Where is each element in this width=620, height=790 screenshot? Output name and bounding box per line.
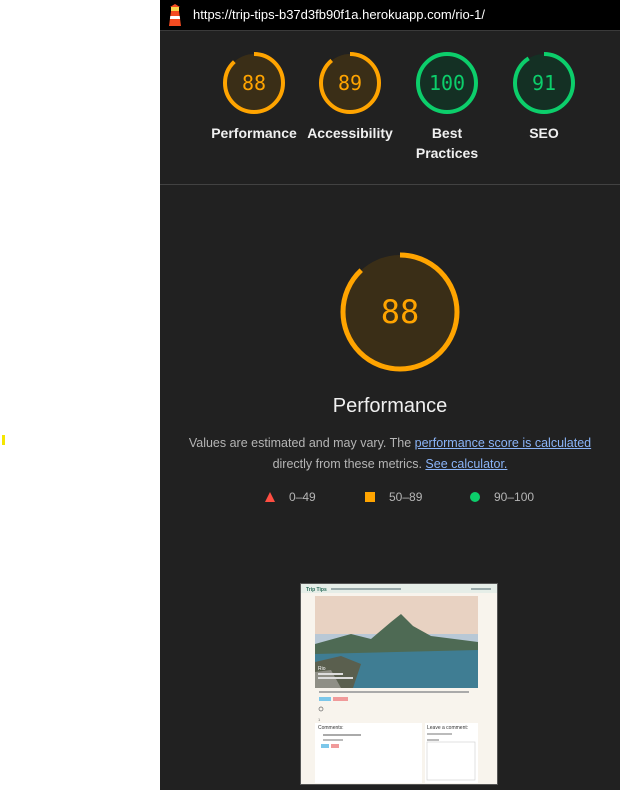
gauge-seo[interactable]: 91 SEO <box>494 50 594 143</box>
category-gauges: 88 Performance 89 Accessibility 100 Best… <box>160 30 620 185</box>
page-screenshot: Trip Tips Rio 1 Comments: Leave a commen… <box>301 584 497 784</box>
thumb-comments-title: Comments: <box>318 725 344 731</box>
thumb-brand: Trip Tips <box>306 587 327 593</box>
lighthouse-report-panel: https://trip-tips-b37d3fb90f1a.herokuapp… <box>160 0 620 790</box>
performance-score-link[interactable]: performance score is calculated <box>415 436 591 450</box>
legend-average: 50–89 <box>365 490 422 504</box>
score-description: Values are estimated and may vary. The p… <box>180 433 600 475</box>
yellow-marker <box>2 435 5 445</box>
gauge-label: Accessibility <box>307 125 393 141</box>
performance-title: Performance <box>332 395 448 417</box>
gauge-best-practices[interactable]: 100 Best Practices <box>397 50 497 163</box>
score-ring-icon: 100 <box>416 52 478 114</box>
final-screenshot-thumbnail[interactable]: Trip Tips Rio 1 Comments: Leave a commen… <box>300 583 498 785</box>
performance-large-gauge: 88 <box>340 252 460 372</box>
score-ring-icon: 89 <box>319 52 381 114</box>
gauge-score: 100 <box>429 71 465 95</box>
gauge-label: SEO <box>529 125 559 141</box>
left-blank-area <box>0 0 160 790</box>
gauge-accessibility[interactable]: 89 Accessibility <box>300 50 400 143</box>
lighthouse-logo-icon <box>169 4 181 26</box>
gauge-score: 91 <box>532 71 556 95</box>
gauge-score: 88 <box>242 71 266 95</box>
see-calculator-link[interactable]: See calculator. <box>425 457 507 471</box>
triangle-icon <box>265 492 275 502</box>
score-ring-icon: 88 <box>223 52 285 114</box>
square-icon <box>365 492 375 502</box>
score-ring-icon: 91 <box>513 52 575 114</box>
thumb-hero-title: Rio <box>318 666 326 672</box>
gauge-performance[interactable]: 88 Performance <box>204 50 304 143</box>
legend-label: 0–49 <box>289 490 316 504</box>
gauge-label: Best Practices <box>415 125 479 161</box>
desc-middle: directly from these metrics. <box>272 457 426 471</box>
large-gauge-score: 88 <box>381 293 420 331</box>
desc-prefix: Values are estimated and may vary. The <box>188 436 415 450</box>
legend-label: 50–89 <box>389 490 423 504</box>
legend-label: 90–100 <box>494 490 535 504</box>
legend-pass: 90–100 <box>470 490 534 504</box>
report-header: https://trip-tips-b37d3fb90f1a.herokuapp… <box>160 0 620 31</box>
gauge-score: 89 <box>338 71 362 95</box>
thumb-leave-comment: Leave a comment: <box>427 725 468 731</box>
gauge-label: Performance <box>211 125 297 141</box>
circle-icon <box>470 492 480 502</box>
page-url[interactable]: https://trip-tips-b37d3fb90f1a.herokuapp… <box>193 7 485 22</box>
legend-fail: 0–49 <box>265 490 316 504</box>
